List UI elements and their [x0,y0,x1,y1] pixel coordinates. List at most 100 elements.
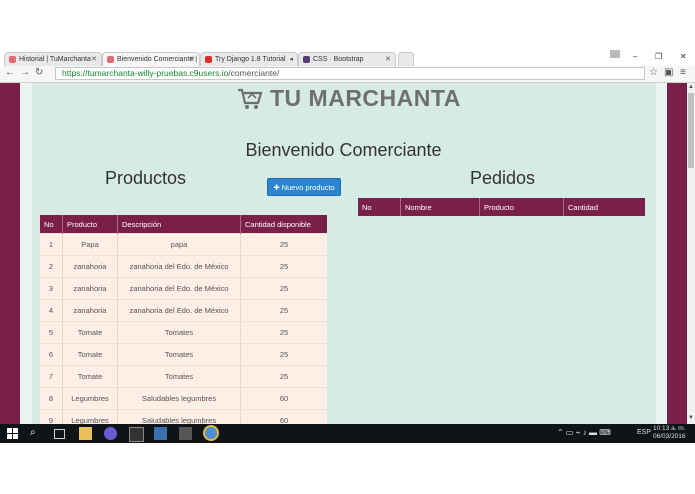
web-page: TU MARCHANTA Bienvenido Comerciante Prod… [0,83,687,424]
audio-icon[interactable]: ◂ [289,53,293,66]
column-header[interactable]: Cantidad disponible [240,215,327,234]
forward-icon[interactable]: → [20,67,30,78]
column-header[interactable]: Cantidad [563,198,645,216]
close-window-icon[interactable]: ✕ [680,52,687,61]
table-header-row: No Nombre Producto Cantidad [358,198,645,216]
shop-cart-icon [238,88,263,109]
pedidos-table: No Nombre Producto Cantidad [358,198,645,216]
address-bar[interactable]: https://tumarchanta-willy-pruebas.c9user… [55,67,645,80]
task-view-icon[interactable] [54,429,65,439]
terminal-icon[interactable] [129,427,144,442]
tab-title: Historial | TuMarchanta [19,56,91,63]
column-header[interactable]: Descripción [117,215,241,234]
git-icon[interactable] [154,427,167,440]
back-icon[interactable]: ← [5,67,15,78]
column-header[interactable]: No [40,215,63,234]
plus-icon: ✚ [273,183,280,192]
extension-icon[interactable]: ▣ [664,67,673,78]
table-cell: zanahoria [62,299,118,322]
table-cell: Tomate [62,321,118,344]
browser-tab-strip: Historial | TuMarchanta ✕ Bienvenido Com… [0,48,695,66]
table-row: 2 zanahoria zanahoria del Edo. de México 25 [40,255,327,278]
vertical-scrollbar[interactable]: ▲ ▼ [687,83,695,424]
table-cell: 25 [240,255,327,278]
table-cell: Legumbres [62,387,118,410]
table-cell: 9 [40,409,63,424]
scroll-up-icon[interactable]: ▲ [688,84,694,90]
table-cell: Papa [62,233,118,256]
productos-heading: Productos [105,168,187,188]
tab-title: Bienvenido Comerciante | [117,56,198,63]
table-row: 4 zanahoria zanahoria del Edo. de México 25 [40,299,327,322]
windows-taskbar: ⌕ ⌃ ▭ ⌁ ♪ ▬ ⌨ ESP 10:13 a. m. 06/03/2016 [0,424,695,443]
productos-table: No Producto Descripción Cantidad disponi… [40,215,327,424]
search-icon[interactable]: ⌕ [30,427,43,440]
new-product-button[interactable]: ✚ Nuevo producto [267,178,341,196]
table-cell: Tomates [117,365,241,388]
url-secure-part: https://tumarchanta-willy-pruebas.c9user… [62,68,229,78]
table-cell: zanahoria del Edo. de México [117,255,241,278]
table-cell: papa [117,233,241,256]
tab-historial[interactable]: Historial | TuMarchanta ✕ [4,52,102,66]
table-cell: Tomate [62,343,118,366]
app-icon[interactable] [104,427,117,440]
table-row: 6 Tomate Tomates 25 [40,343,327,366]
close-tab-icon[interactable]: ✕ [91,53,97,66]
clock-date: 06/03/2016 [653,433,686,440]
site-logo[interactable]: TU MARCHANTA [236,85,461,112]
reload-icon[interactable]: ↻ [35,67,43,78]
youtube-icon [205,56,212,63]
table-cell: 60 [240,387,327,410]
column-header[interactable]: No [358,198,401,216]
table-cell: Saludables legumbres [117,409,241,424]
table-cell: 3 [40,277,63,300]
clock[interactable]: 10:13 a. m. 06/03/2016 [653,425,686,441]
table-row: 3 zanahoria zanahoria del Edo. de México 25 [40,277,327,300]
table-cell: 25 [240,343,327,366]
favicon-icon [9,56,16,63]
scrollbar-thumb[interactable] [688,93,694,168]
table-cell: 1 [40,233,63,256]
bookmark-star-icon[interactable]: ☆ [649,67,658,78]
system-tray[interactable]: ⌃ ▭ ⌁ ♪ ▬ ⌨ [557,428,611,437]
tab-title: Try Django 1.8 Tutorial [215,56,286,63]
chrome-icon[interactable] [203,425,219,441]
media-app-icon[interactable] [179,427,192,440]
table-cell: Tomates [117,343,241,366]
table-cell: zanahoria del Edo. de México [117,277,241,300]
new-product-label: Nuevo producto [281,183,335,192]
table-row: 1 Papa papa 25 [40,233,327,256]
table-cell: 8 [40,387,63,410]
table-cell: 25 [240,365,327,388]
minimize-icon[interactable]: – [633,52,637,61]
close-tab-icon[interactable]: ✕ [385,53,391,66]
table-cell: zanahoria del Edo. de México [117,299,241,322]
table-cell: 5 [40,321,63,344]
pedidos-heading: Pedidos [470,168,536,188]
tab-bootstrap[interactable]: CSS · Bootstrap ✕ [298,52,396,66]
restore-icon[interactable]: ❐ [655,52,662,61]
table-header-row: No Producto Descripción Cantidad disponi… [40,215,327,234]
column-header[interactable]: Nombre [400,198,480,216]
tab-bienvenido[interactable]: Bienvenido Comerciante | ✕ [102,52,200,66]
user-profile-icon[interactable] [610,50,620,58]
table-cell: 25 [240,233,327,256]
menu-icon[interactable]: ≡ [680,67,686,78]
language-indicator[interactable]: ESP [637,429,651,436]
table-row: 5 Tomate Tomates 25 [40,321,327,344]
table-row: 9 Legumbres Saludables legumbres 60 [40,409,327,424]
new-tab-button[interactable] [398,52,414,66]
scroll-down-icon[interactable]: ▼ [688,415,694,421]
column-header[interactable]: Producto [62,215,118,234]
page-title: Bienvenido Comerciante [245,140,442,160]
table-row: 7 Tomate Tomates 25 [40,365,327,388]
clock-time: 10:13 a. m. [653,425,686,432]
windows-start-icon[interactable] [6,427,19,440]
column-header[interactable]: Producto [479,198,564,216]
table-cell: Saludables legumbres [117,387,241,410]
table-cell: Tomate [62,365,118,388]
tab-django[interactable]: Try Django 1.8 Tutorial ◂ [200,52,298,66]
file-explorer-icon[interactable] [79,427,92,440]
tab-title: CSS · Bootstrap [313,56,364,63]
close-tab-icon[interactable]: ✕ [189,53,195,66]
